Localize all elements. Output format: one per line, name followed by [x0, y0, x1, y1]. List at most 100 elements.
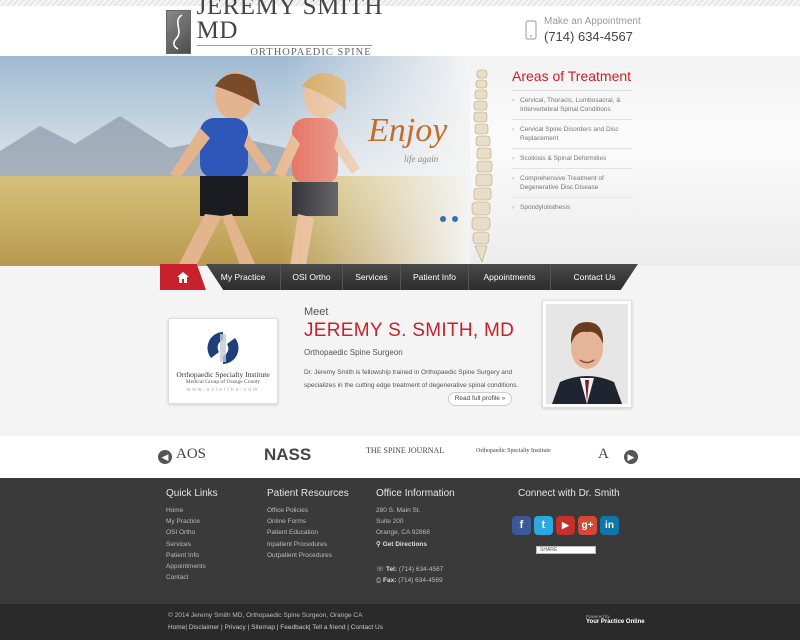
- slider-dot[interactable]: [452, 216, 458, 222]
- partner-logo-osi[interactable]: Orthopaedic Specialty Institute: [476, 448, 562, 454]
- osi-logo-icon: [207, 331, 239, 364]
- areas-of-treatment: Areas of Treatment › Cervical, Thoracic, …: [512, 68, 632, 217]
- doctor-title: Orthopaedic Spine Surgeon: [304, 348, 403, 357]
- directions-link[interactable]: ⚲ Get Directions: [376, 539, 455, 550]
- bottom-link[interactable]: Home: [168, 624, 185, 631]
- office-address-line: Orange, CA 92868: [376, 529, 430, 537]
- area-item[interactable]: › Spondylolisthesis: [512, 198, 632, 217]
- chevron-right-icon: ▶: [627, 452, 635, 462]
- nav-item-my-practice[interactable]: My Practice: [206, 264, 280, 290]
- footer-link[interactable]: Home: [166, 505, 218, 516]
- footer-link[interactable]: My Practice: [166, 516, 218, 527]
- chevron-right-icon: ›: [512, 155, 515, 162]
- footer-link[interactable]: Services: [166, 539, 218, 550]
- chevron-right-icon: ›: [512, 175, 515, 182]
- map-pin-icon: ⚲: [376, 540, 381, 548]
- partner-logo-partial[interactable]: A: [598, 446, 609, 463]
- partner-logos: ◀ AOS NASS THE SPINE JOURNAL Orthopaedic…: [0, 436, 800, 478]
- facebook-icon[interactable]: f: [512, 516, 531, 535]
- nav-bar: My Practice OSI Ortho Services Patient I…: [206, 264, 638, 290]
- meet-label: Meet: [304, 306, 329, 318]
- share-button[interactable]: SHARE: [536, 546, 596, 554]
- bottom-link[interactable]: Tell a friend: [312, 624, 345, 631]
- footer-link[interactable]: Patient Info: [166, 550, 218, 561]
- top-stripe: [0, 0, 800, 6]
- home-icon: [177, 271, 189, 283]
- footer-office-info: Office Information 280 S. Main St. Suite…: [376, 488, 455, 586]
- doctor-name: JEREMY S. SMITH, MD: [304, 320, 515, 341]
- slider-dot[interactable]: [440, 216, 446, 222]
- carousel-prev-button[interactable]: ◀: [158, 450, 172, 464]
- chevron-right-icon: ›: [512, 126, 515, 133]
- site-logo[interactable]: JEREMY SMITH MD ORTHOPAEDIC SPINE SURGEO…: [166, 0, 386, 69]
- footer-link[interactable]: Office Policies: [267, 505, 349, 516]
- footer-link[interactable]: Patient Education: [267, 527, 349, 538]
- footer-quick-links: Quick Links Home My Practice OSI Ortho S…: [166, 488, 218, 583]
- bottom-link[interactable]: Contact Us: [351, 624, 383, 631]
- footer-patient-resources: Patient Resources Office Policies Online…: [267, 488, 349, 561]
- logo-name: JEREMY SMITH MD: [196, 0, 383, 44]
- doctor-photo-frame: [542, 300, 632, 408]
- area-item[interactable]: › Comprehensive Treatment of Degenerative…: [512, 169, 632, 198]
- office-address-line: Suite 200: [376, 518, 404, 526]
- bottom-links: Home| Disclaimer | Privacy | Sitemap | F…: [168, 624, 383, 631]
- area-item[interactable]: › Scoliosis & Spinal Deformities: [512, 149, 632, 169]
- osi-url: www.osiortho.com: [186, 386, 260, 393]
- footer-heading: Connect with Dr. Smith: [518, 488, 620, 499]
- nav-item-contact-us[interactable]: Contact Us: [550, 264, 638, 290]
- area-item[interactable]: › Cervical, Thoracic, Lumbosacral, & Inte…: [512, 91, 632, 120]
- bottom-bar: © 2014 Jeremy Smith MD, Orthopaedic Spin…: [0, 604, 800, 640]
- hero-tagline-sub: life again: [404, 154, 439, 164]
- doctor-bio: Dr. Jeremy Smith is fellowship trained i…: [304, 369, 519, 389]
- chevron-right-icon: ›: [512, 204, 515, 211]
- powered-by[interactable]: Powered by Your Practice Online: [586, 614, 645, 625]
- copyright: © 2014 Jeremy Smith MD, Orthopaedic Spin…: [168, 612, 363, 619]
- footer-heading: Office Information: [376, 488, 455, 499]
- office-fax: ⎙ Fax: (714) 634-4569: [376, 577, 443, 585]
- appointment-block[interactable]: Make an Appointment (714) 634-4567: [524, 16, 641, 44]
- slider-dots[interactable]: [440, 216, 458, 222]
- main-nav: My Practice OSI Ortho Services Patient I…: [160, 264, 638, 290]
- nav-home-button[interactable]: [160, 264, 206, 290]
- nav-item-patient-info[interactable]: Patient Info: [400, 264, 468, 290]
- partner-logo-spine-journal[interactable]: THE SPINE JOURNAL: [366, 446, 446, 456]
- footer-link[interactable]: Online Forms: [267, 516, 349, 527]
- linkedin-icon[interactable]: in: [600, 516, 619, 535]
- partner-logo-aos[interactable]: AOS: [176, 446, 206, 463]
- office-tel[interactable]: ☏ Tel: (714) 634-4567: [376, 564, 455, 575]
- appointment-phone[interactable]: (714) 634-4567: [544, 29, 641, 44]
- bottom-link[interactable]: Disclaimer: [189, 624, 219, 631]
- appointment-label: Make an Appointment: [544, 16, 641, 27]
- chevron-left-icon: ◀: [161, 452, 169, 462]
- footer-link[interactable]: Outpatient Procedures: [267, 550, 349, 561]
- googleplus-icon[interactable]: g+: [578, 516, 597, 535]
- footer-heading: Quick Links: [166, 488, 218, 499]
- doctor-photo: [546, 304, 628, 404]
- osi-name: Orthopaedic Specialty Institute: [176, 369, 270, 379]
- fax-icon: ⎙: [376, 577, 382, 585]
- read-profile-button[interactable]: Read full profile »: [448, 392, 512, 406]
- footer-link[interactable]: Appointments: [166, 561, 218, 572]
- phone-icon: ☏: [376, 565, 385, 573]
- youtube-icon[interactable]: ▶: [556, 516, 575, 535]
- carousel-next-button[interactable]: ▶: [624, 450, 638, 464]
- nav-item-services[interactable]: Services: [342, 264, 400, 290]
- bottom-link[interactable]: Feedback: [280, 624, 309, 631]
- nav-item-osi-ortho[interactable]: OSI Ortho: [280, 264, 342, 290]
- footer-link[interactable]: Inpatient Procedures: [267, 539, 349, 550]
- powered-brand: Your Practice Online: [586, 619, 645, 625]
- footer-link[interactable]: OSI Ortho: [166, 527, 218, 538]
- area-item[interactable]: › Cervical Spine Disorders and Disc Repla…: [512, 120, 632, 149]
- partner-logo-nass[interactable]: NASS: [264, 445, 311, 465]
- footer-heading: Patient Resources: [267, 488, 349, 499]
- social-icons: f t ▶ g+ in: [512, 516, 619, 535]
- bottom-link[interactable]: Privacy: [225, 624, 246, 631]
- osi-logo-card[interactable]: Orthopaedic Specialty Institute Medical …: [168, 318, 278, 404]
- bottom-link[interactable]: Sitemap: [251, 624, 275, 631]
- footer-connect: Connect with Dr. Smith: [518, 488, 620, 505]
- phone-icon: [525, 20, 537, 40]
- footer-link[interactable]: Contact: [166, 572, 218, 583]
- twitter-icon[interactable]: t: [534, 516, 553, 535]
- nav-item-appointments[interactable]: Appointments: [468, 264, 550, 290]
- osi-subtitle: Medical Group of Orange County: [185, 378, 261, 385]
